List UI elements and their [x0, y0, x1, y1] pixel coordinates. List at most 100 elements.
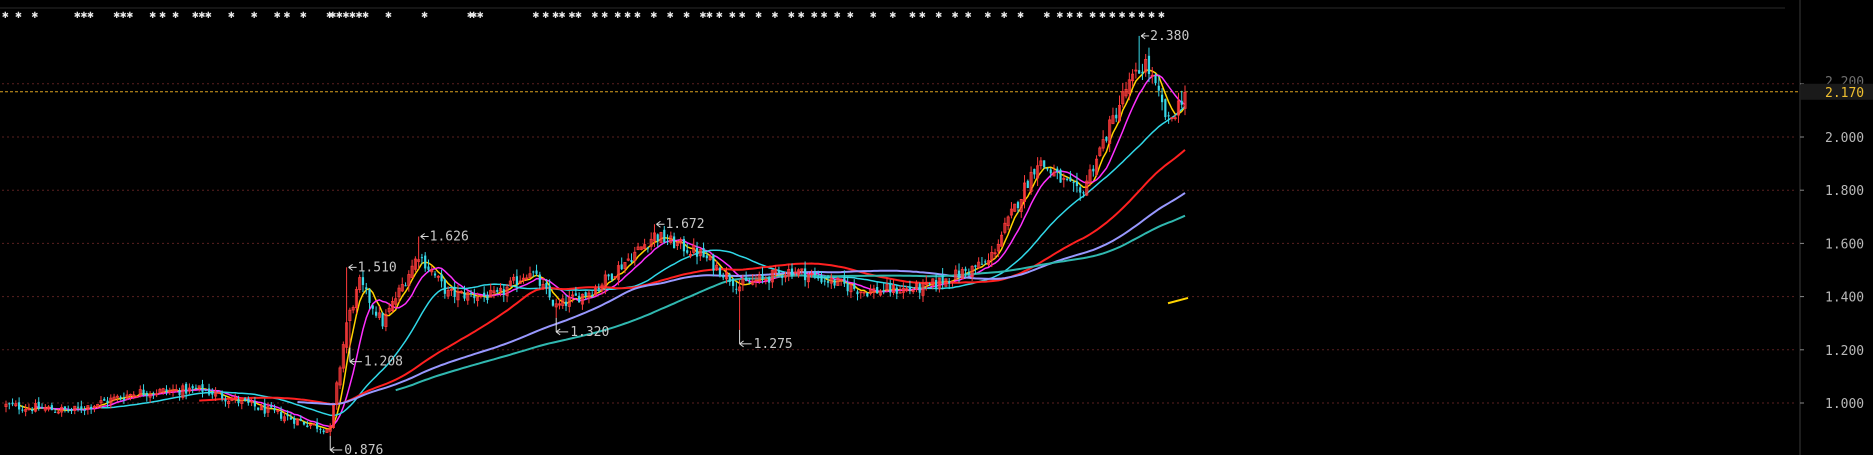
- event-marker: ✱: [284, 8, 291, 21]
- candle: [263, 398, 266, 417]
- candle: [804, 261, 807, 287]
- candle: [1039, 157, 1043, 170]
- candle: [50, 402, 53, 411]
- candle-body: [889, 282, 892, 293]
- candle: [518, 275, 522, 284]
- candle-body: [823, 280, 826, 282]
- candle-body: [820, 275, 823, 283]
- candle-body: [591, 294, 594, 296]
- candle: [882, 283, 885, 295]
- candle-body: [1033, 168, 1036, 175]
- candle: [738, 279, 742, 330]
- candle-body: [8, 403, 11, 405]
- candle-body: [535, 270, 538, 274]
- candle: [1059, 168, 1062, 183]
- candle-body: [433, 273, 437, 276]
- candle: [954, 265, 958, 280]
- candle-body: [201, 384, 204, 392]
- event-marker: ✱: [251, 8, 258, 21]
- candle: [73, 405, 77, 415]
- candle-body: [185, 383, 188, 394]
- candle: [1164, 98, 1167, 121]
- y-tick-label: 1.800: [1825, 184, 1864, 199]
- candle: [257, 407, 260, 411]
- event-marker: ✱: [890, 8, 897, 21]
- candle: [233, 393, 237, 404]
- candle: [508, 277, 512, 287]
- event-marker: ✱: [935, 8, 942, 21]
- candle: [319, 427, 322, 434]
- event-markers: ✱ ✱ ✱ ✱ ✱ ✱ ✱ ✱ ✱ ✱ ✱ ✱ ✱ ✱ ✱ ✱ ✱ ✱ ✱ ✱ ✱✱ ✱ ✱ ✱ ✱ ✱ ✱ ✱ ✱✱ ✱ ✱ ✱ ✱ ✱ ✱ ✱ ✱ ✱…: [2, 8, 1165, 21]
- candle-body: [538, 274, 541, 286]
- candle: [1183, 85, 1187, 116]
- candlestick-chart[interactable]: ✱ ✱ ✱ ✱ ✱ ✱ ✱ ✱ ✱ ✱ ✱ ✱ ✱ ✱ ✱ ✱ ✱ ✱ ✱ ✱ ✱✱ ✱ ✱ ✱ ✱ ✱ ✱ ✱ ✱✱ ✱ ✱ ✱ ✱ ✱ ✱ ✱ ✱ ✱…: [0, 0, 1873, 455]
- event-marker: ✱: [159, 8, 166, 21]
- candle-body: [1069, 177, 1072, 182]
- candle-body: [817, 277, 820, 279]
- candle: [1052, 164, 1056, 177]
- price-annotation: 1.510: [348, 260, 397, 275]
- candle: [306, 420, 309, 428]
- candle-body: [152, 393, 155, 395]
- candle-body: [289, 417, 293, 420]
- candle-body: [165, 389, 168, 392]
- candle: [165, 385, 168, 396]
- candle: [174, 384, 178, 393]
- candle-body: [666, 241, 669, 243]
- candle-body: [191, 386, 194, 389]
- candle: [1009, 202, 1013, 219]
- candle-body: [853, 284, 856, 289]
- candle: [649, 232, 653, 251]
- candle-body: [777, 270, 780, 273]
- candle-body: [882, 290, 885, 293]
- candle: [224, 395, 227, 407]
- candle: [1056, 166, 1059, 180]
- candle: [47, 405, 51, 412]
- candle-body: [895, 287, 898, 294]
- event-marker: ✱: [87, 8, 94, 21]
- event-marker: ✱: [909, 8, 916, 21]
- candle: [322, 428, 325, 435]
- candle-body: [548, 285, 551, 298]
- candle: [328, 423, 332, 436]
- candle: [712, 253, 715, 277]
- candle: [1029, 166, 1033, 195]
- candle: [731, 277, 735, 293]
- candle: [109, 394, 113, 409]
- ma-line-120: [395, 214, 1186, 392]
- candle: [316, 418, 319, 433]
- candle-body: [381, 313, 384, 327]
- event-marker: ✱: [1148, 8, 1155, 21]
- candle: [659, 231, 663, 244]
- candle: [695, 241, 699, 265]
- candle: [148, 391, 152, 403]
- candle-body: [1147, 55, 1151, 75]
- candle-body: [1164, 99, 1167, 118]
- candle: [554, 298, 558, 318]
- annotation-label: 1.510: [358, 260, 397, 275]
- candle: [295, 418, 299, 426]
- candle: [578, 292, 581, 303]
- candle: [869, 284, 873, 296]
- annotation-label: 0.876: [344, 443, 383, 455]
- candle: [18, 397, 21, 415]
- candle: [944, 278, 948, 287]
- candle-body: [1056, 168, 1059, 172]
- candle-body: [843, 277, 846, 284]
- candle: [1170, 117, 1174, 122]
- candle: [941, 267, 944, 290]
- price-annotation: 1.626: [420, 229, 469, 244]
- candle: [673, 232, 676, 249]
- candle-body: [306, 425, 309, 427]
- candle-body: [1180, 100, 1183, 105]
- candle: [889, 279, 892, 297]
- candle: [630, 253, 633, 264]
- y-tick-label: 1.000: [1825, 397, 1864, 412]
- ma-line-short: [1167, 296, 1189, 305]
- candle: [528, 266, 532, 279]
- candle: [1150, 66, 1154, 84]
- candle: [83, 406, 86, 416]
- event-marker: ✱: [952, 8, 959, 21]
- candle: [705, 250, 708, 262]
- event-marker: ✱: [274, 8, 281, 21]
